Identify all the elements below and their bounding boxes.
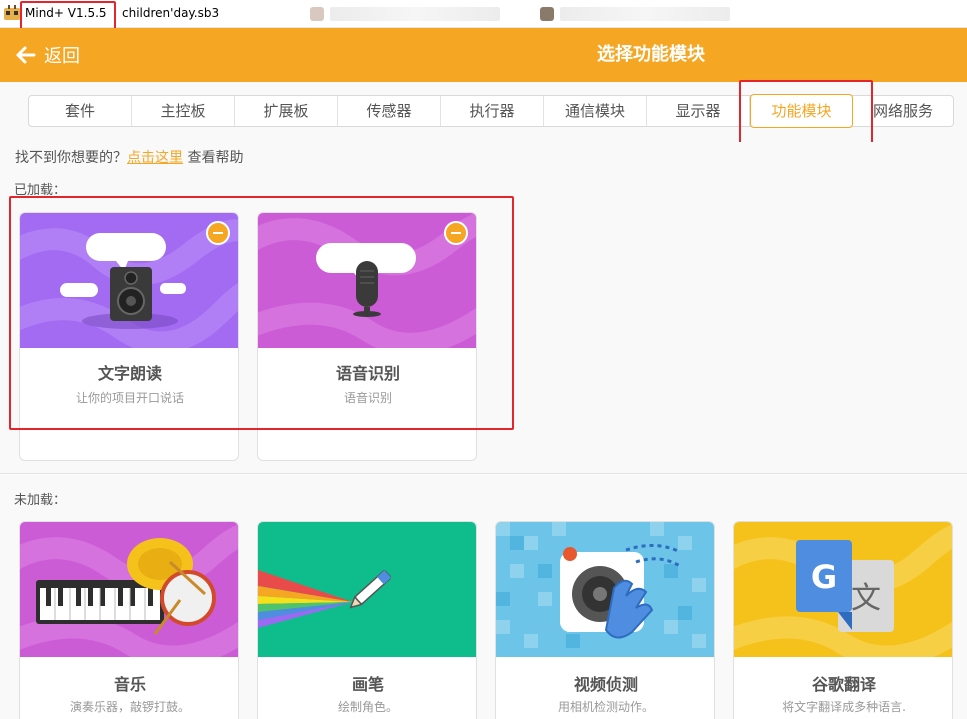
remove-module-button[interactable] — [444, 221, 468, 245]
page-title: 选择功能模块 — [597, 44, 705, 65]
tab-boards[interactable]: 主控板 — [132, 96, 235, 126]
card-title: 画笔 — [351, 675, 384, 694]
module-card-music[interactable]: 音乐 演奏乐器，敲锣打鼓。 — [19, 521, 239, 719]
loaded-label: 已加载： — [14, 183, 67, 198]
tab-sensors[interactable]: 传感器 — [338, 96, 441, 126]
module-card-video-sensing[interactable]: 视频侦测 用相机检测动作。 — [495, 521, 715, 719]
tab-expansion-boards[interactable]: 扩展板 — [235, 96, 338, 126]
card-title: 音乐 — [113, 675, 146, 694]
unloaded-label: 未加载： — [14, 493, 67, 508]
pen-icon — [258, 522, 476, 657]
tab-displays[interactable]: 显示器 — [647, 96, 750, 126]
card-title: 谷歌翻译 — [811, 675, 876, 694]
window-titlebar: Mind+ V1.5.5 children'day.sb3 — [0, 0, 967, 28]
blurred-tab-icon — [310, 7, 324, 21]
card-description: 演奏乐器，敲锣打鼓。 — [69, 700, 190, 714]
remove-module-button[interactable] — [206, 221, 230, 245]
category-tabs-bar: 套件 主控板 扩展板 传感器 执行器 通信模块 显示器 功能模块 网络服务 — [0, 82, 967, 142]
card-title: 文字朗读 — [97, 364, 162, 383]
card-image — [258, 522, 476, 657]
card-image — [20, 522, 238, 657]
svg-text:文: 文 — [851, 581, 881, 616]
card-description: 让你的项目开口说话 — [75, 391, 184, 405]
music-icon — [20, 522, 238, 657]
module-card-pen[interactable]: 画笔 绘制角色。 — [257, 521, 477, 719]
tab-function-modules[interactable]: 功能模块 — [750, 94, 853, 128]
tab-communication[interactable]: 通信模块 — [544, 96, 647, 126]
help-link[interactable]: 点击这里 — [127, 150, 183, 166]
module-card-speech-recognition[interactable]: 语音识别 语音识别 — [257, 212, 477, 461]
tab-kits[interactable]: 套件 — [29, 96, 132, 126]
category-tabs: 套件 主控板 扩展板 传感器 执行器 通信模块 显示器 功能模块 网络服务 — [28, 94, 954, 128]
header-bar: 返回 选择功能模块 — [0, 28, 967, 82]
video-sensing-icon — [496, 522, 714, 657]
card-description: 用相机检测动作。 — [557, 700, 654, 714]
card-title: 视频侦测 — [573, 675, 638, 694]
help-prefix: 找不到你想要的？ — [15, 150, 127, 166]
translate-icon: 文 G — [734, 522, 952, 657]
help-suffix: 查看帮助 — [187, 150, 244, 166]
card-image — [496, 522, 714, 657]
help-text: 找不到你想要的？点击这里 查看帮助 — [15, 147, 243, 167]
svg-text:G: G — [811, 558, 837, 596]
card-description: 将文字翻译成多种语言. — [782, 700, 906, 714]
tab-actuators[interactable]: 执行器 — [441, 96, 544, 126]
module-card-google-translate[interactable]: 文 G 谷歌翻译 将文字翻译成多种语言. — [733, 521, 953, 719]
card-description: 绘制角色。 — [337, 700, 398, 714]
app-name: Mind+ V1.5.5 — [25, 6, 107, 20]
blurred-tab[interactable] — [330, 7, 500, 21]
mindplus-logo-icon — [4, 5, 20, 20]
module-card-text-to-speech[interactable]: 文字朗读 让你的项目开口说话 — [19, 212, 239, 461]
card-image: 文 G — [734, 522, 952, 657]
blurred-tab[interactable] — [560, 7, 730, 21]
blurred-tab-icon — [540, 7, 554, 21]
card-description: 语音识别 — [343, 391, 392, 405]
file-name: children'day.sb3 — [122, 6, 220, 20]
card-title: 语音识别 — [335, 364, 400, 383]
tab-network-services[interactable]: 网络服务 — [853, 96, 953, 126]
